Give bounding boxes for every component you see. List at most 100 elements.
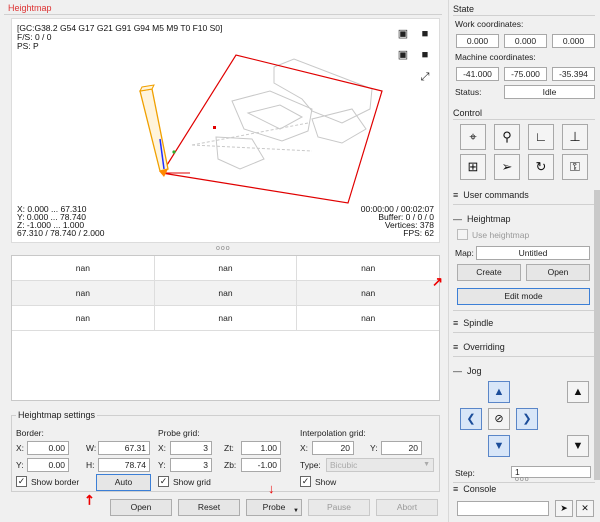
- safe-position-icon[interactable]: ➢: [494, 154, 520, 180]
- probe-x-field[interactable]: 3: [170, 441, 212, 455]
- annotation-arrow-probe: ↓: [268, 481, 275, 496]
- border-w-label: W:: [86, 443, 97, 453]
- home-icon[interactable]: ⌖: [460, 124, 486, 150]
- heightmap-panel-title: Heightmap: [467, 214, 511, 224]
- table-cell[interactable]: nan: [297, 281, 439, 305]
- chevron-down-icon: ▼: [423, 461, 430, 468]
- interp-x-field[interactable]: 20: [312, 441, 354, 455]
- clear-console-icon[interactable]: ✕: [576, 500, 594, 517]
- interp-type-label: Type:: [300, 460, 321, 470]
- jog-y-plus-icon[interactable]: ▲: [488, 381, 510, 403]
- probe-y-field[interactable]: 3: [170, 458, 212, 472]
- probe-zt-field[interactable]: 1.00: [241, 441, 281, 455]
- jog-title: Jog: [467, 366, 482, 376]
- status-label: Status:: [455, 87, 482, 97]
- jog-step-label: Step:: [455, 468, 475, 478]
- border-x-label: X:: [16, 443, 25, 453]
- right-panel: State Work coordinates: 0.000 0.000 0.00…: [448, 0, 600, 522]
- interp-y-field[interactable]: 20: [381, 441, 422, 455]
- splitter-handle[interactable]: ooo: [216, 245, 231, 252]
- table-cell[interactable]: nan: [155, 306, 298, 330]
- heightmap-grid-table[interactable]: nan nan nan nan nan nan nan nan nan: [11, 255, 440, 401]
- table-cell[interactable]: nan: [155, 281, 298, 305]
- border-x-field[interactable]: 0.00: [27, 441, 69, 455]
- jog-z-minus-icon[interactable]: ▼: [567, 435, 589, 457]
- use-heightmap-checkbox[interactable]: [457, 229, 468, 240]
- machine-x-field: -41.000: [456, 67, 499, 81]
- open-button[interactable]: Open: [110, 499, 172, 516]
- show-grid-checkbox[interactable]: ✓: [158, 476, 169, 487]
- heightmap-title-underline: [4, 14, 442, 15]
- edit-mode-button[interactable]: Edit mode: [457, 288, 590, 305]
- jog-header[interactable]: — Jog: [453, 366, 482, 376]
- status-field: Idle: [504, 85, 595, 99]
- table-cell[interactable]: nan: [12, 281, 155, 305]
- border-w-field[interactable]: 67.31: [98, 441, 150, 455]
- send-icon[interactable]: ➤: [555, 500, 573, 517]
- map-field[interactable]: Untitled: [476, 246, 590, 260]
- console-header[interactable]: ≡ Console: [453, 484, 496, 494]
- overriding-title: Overriding: [463, 342, 505, 352]
- coords-size-text: 67.310 / 78.740 / 2.000: [17, 228, 105, 238]
- annotation-arrow-create: ↗: [432, 274, 443, 289]
- open-heightmap-button[interactable]: Open: [526, 264, 590, 281]
- spindle-title: Spindle: [463, 318, 494, 328]
- work-y-field: 0.000: [504, 34, 547, 48]
- probe-grid-label: Probe grid:: [158, 428, 200, 438]
- table-cell[interactable]: nan: [155, 256, 298, 280]
- jog-stop-icon[interactable]: ⊘: [488, 408, 510, 430]
- fps-text: FPS: 62: [403, 228, 434, 238]
- probe-zt-label: Zt:: [224, 443, 234, 453]
- user-commands-header[interactable]: ≡ User commands: [453, 190, 529, 200]
- probe-label: Probe: [262, 502, 286, 512]
- zero-z-icon[interactable]: ⊥: [562, 124, 588, 150]
- tool-model: [139, 84, 176, 177]
- auto-button[interactable]: Auto: [96, 474, 151, 491]
- probe-button[interactable]: Probe ▼: [246, 499, 302, 516]
- jog-y-minus-icon[interactable]: ▼: [488, 435, 510, 457]
- heightmap-panel-header[interactable]: — Heightmap: [453, 214, 511, 224]
- heightmap-title: Heightmap: [8, 3, 52, 13]
- zero-probe-icon[interactable]: ⚲: [494, 124, 520, 150]
- right-panel-scrollbar[interactable]: [594, 190, 600, 480]
- overriding-header[interactable]: ≡ Overriding: [453, 342, 505, 352]
- annotation-arrow-auto: ↗: [79, 490, 99, 509]
- work-coordinates-label: Work coordinates:: [455, 19, 524, 29]
- console-title: Console: [463, 484, 497, 494]
- border-y-label: Y:: [16, 460, 24, 470]
- border-h-field[interactable]: 78.74: [98, 458, 150, 472]
- jog-z-plus-icon[interactable]: ▲: [567, 381, 589, 403]
- reset-icon[interactable]: ↻: [528, 154, 554, 180]
- probe-zb-label: Zb:: [224, 460, 237, 470]
- machine-z-field: -35.394: [552, 67, 595, 81]
- interp-type-value: Bicubic: [330, 460, 358, 470]
- table-cell[interactable]: nan: [297, 256, 439, 280]
- user-commands-title: User commands: [463, 190, 529, 200]
- show-border-checkbox[interactable]: ✓: [16, 476, 27, 487]
- jog-x-minus-icon[interactable]: ❮: [460, 408, 482, 430]
- toolpath-lines: [191, 58, 373, 170]
- heightmap-settings-title: Heightmap settings: [16, 410, 98, 420]
- border-y-field[interactable]: 0.00: [27, 458, 69, 472]
- zero-xy-icon[interactable]: ∟: [528, 124, 554, 150]
- probe-zb-field[interactable]: -1.00: [241, 458, 281, 472]
- machine-coordinates-label: Machine coordinates:: [455, 52, 536, 62]
- table-cell[interactable]: nan: [297, 306, 439, 330]
- probe-x-label: X:: [158, 443, 167, 453]
- create-heightmap-button[interactable]: Create: [457, 264, 521, 281]
- pause-button: Pause: [308, 499, 370, 516]
- show-interpolation-checkbox[interactable]: ✓: [300, 476, 311, 487]
- restore-origin-icon[interactable]: ⊞: [460, 154, 486, 180]
- chevron-down-icon: ▼: [293, 508, 299, 514]
- spindle-header[interactable]: ≡ Spindle: [453, 318, 493, 328]
- jog-x-plus-icon[interactable]: ❯: [516, 408, 538, 430]
- abort-button: Abort: [376, 499, 438, 516]
- table-cell[interactable]: nan: [12, 306, 155, 330]
- visualizer-viewport[interactable]: [GC:G38.2 G54 G17 G21 G91 G94 M5 M9 T0 F…: [11, 18, 440, 243]
- show-border-label: Show border: [31, 477, 80, 487]
- table-cell[interactable]: nan: [12, 256, 155, 280]
- unlock-icon[interactable]: ⚿: [562, 154, 588, 180]
- state-title: State: [453, 4, 475, 14]
- console-input[interactable]: [457, 501, 549, 516]
- reset-button[interactable]: Reset: [178, 499, 240, 516]
